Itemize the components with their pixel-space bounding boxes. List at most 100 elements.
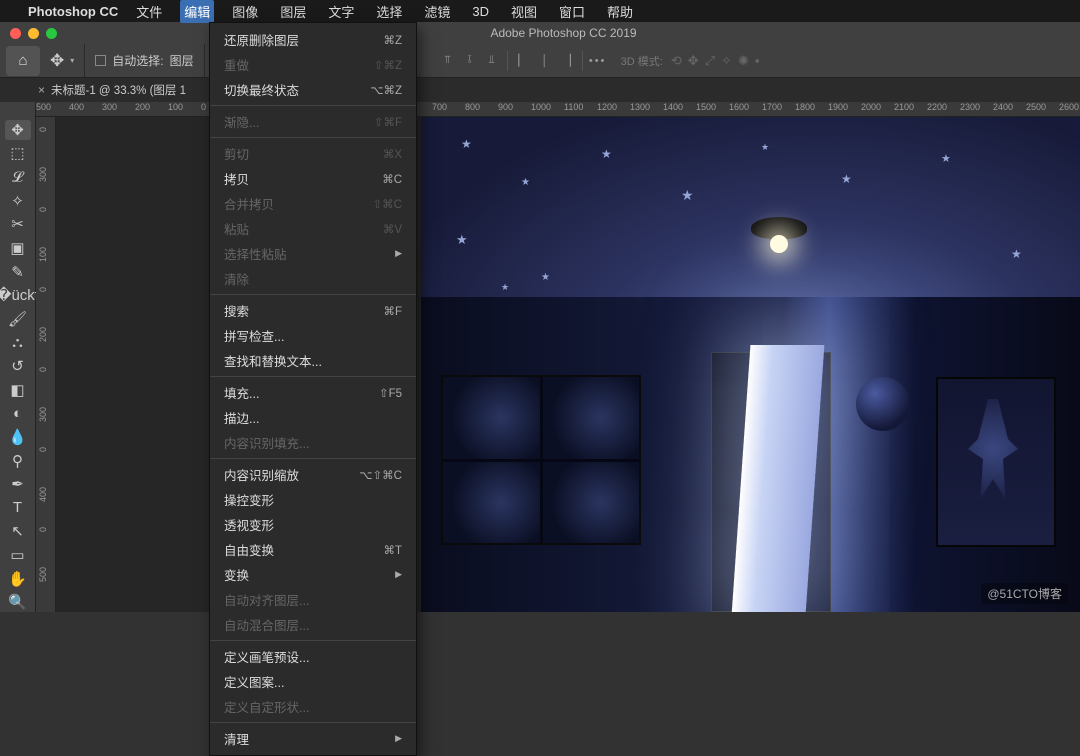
- zoom-tool[interactable]: 🔍: [5, 593, 31, 613]
- menu-文字[interactable]: 文字: [324, 0, 358, 23]
- orbit-icon[interactable]: ⟲: [671, 53, 682, 69]
- menu-item-查找和替换文本[interactable]: 查找和替换文本...: [210, 348, 416, 373]
- rectangle-tool[interactable]: ▭: [5, 545, 31, 565]
- align-left-button[interactable]: ▏: [512, 50, 534, 72]
- menu-item-定义自定形状: 定义自定形状...: [210, 694, 416, 719]
- menu-item-label: 拷贝: [224, 169, 249, 188]
- menu-item-还原删除图层[interactable]: 还原删除图层⌘Z: [210, 27, 416, 52]
- align-hcenter-button[interactable]: │: [534, 50, 556, 72]
- quick-select-tool[interactable]: ✧: [5, 191, 31, 211]
- menu-窗口[interactable]: 窗口: [555, 0, 589, 23]
- menu-item-内容识别缩放[interactable]: 内容识别缩放 ⌥⇧⌘C: [210, 462, 416, 487]
- ruler-tick: 200: [38, 327, 48, 342]
- pen-tool[interactable]: ✒: [5, 474, 31, 494]
- healing-tool[interactable]: �ückt: [5, 285, 31, 305]
- brush-tool[interactable]: 🖌: [5, 309, 31, 329]
- align-bottom-button[interactable]: ⫫: [481, 50, 503, 72]
- blur-tool[interactable]: 💧: [5, 427, 31, 447]
- minimize-icon[interactable]: [28, 28, 39, 39]
- auto-select-dropdown[interactable]: 图层: [170, 52, 194, 69]
- ruler-tick: 0: [38, 287, 48, 292]
- menu-item-定义图案[interactable]: 定义图案...: [210, 669, 416, 694]
- more-align-button[interactable]: •••: [587, 50, 609, 72]
- menu-item-label: 内容识别填充...: [224, 433, 309, 452]
- menu-选择[interactable]: 选择: [372, 0, 406, 23]
- menu-文件[interactable]: 文件: [132, 0, 166, 23]
- menu-item-填充[interactable]: 填充...⇧F5: [210, 380, 416, 405]
- camera-icon[interactable]: ▪: [755, 53, 760, 69]
- menu-separator: [210, 105, 416, 106]
- align-right-button[interactable]: ▕: [556, 50, 578, 72]
- ruler-tick: 200: [135, 102, 150, 112]
- history-brush-tool[interactable]: ↺: [5, 356, 31, 376]
- path-select-tool[interactable]: ↖: [5, 522, 31, 542]
- hand-tool[interactable]: ✋: [5, 569, 31, 589]
- window-chrome: Adobe Photoshop CC 2019: [0, 22, 1080, 44]
- close-icon[interactable]: [10, 28, 21, 39]
- ruler-tick: 100: [168, 102, 183, 112]
- ruler-vertical[interactable]: 030001000200030004000500: [36, 117, 56, 612]
- menu-item-变换[interactable]: 变换: [210, 562, 416, 587]
- stamp-tool[interactable]: ⛬: [5, 333, 31, 353]
- menu-item-label: 选择性粘贴: [224, 244, 287, 263]
- dodge-tool[interactable]: ⚲: [5, 451, 31, 471]
- menu-item-清除: 清除: [210, 266, 416, 291]
- walk-icon[interactable]: ✧: [721, 53, 732, 69]
- ruler-tick: 400: [38, 487, 48, 502]
- menu-item-label: 内容识别缩放: [224, 465, 299, 484]
- eyedropper-tool[interactable]: ✎: [5, 262, 31, 282]
- eraser-tool[interactable]: ◧: [5, 380, 31, 400]
- align-top-button[interactable]: ⫪: [437, 50, 459, 72]
- gradient-tool[interactable]: ◐: [5, 404, 31, 424]
- menu-item-操控变形[interactable]: 操控变形: [210, 487, 416, 512]
- document-tab[interactable]: 未标题-1 @ 33.3% (图层 1: [51, 82, 186, 98]
- move-tool[interactable]: ✥: [5, 120, 31, 140]
- ruler-tick: 0: [38, 207, 48, 212]
- shortcut-label: ⌥⌘Z: [370, 83, 402, 97]
- menu-item-切换最终状态[interactable]: 切换最终状态⌥⌘Z: [210, 77, 416, 102]
- menu-视图[interactable]: 视图: [507, 0, 541, 23]
- menu-图层[interactable]: 图层: [276, 0, 310, 23]
- auto-select-checkbox[interactable]: [95, 55, 106, 66]
- ruler-tick: 2000: [861, 102, 881, 112]
- maximize-icon[interactable]: [46, 28, 57, 39]
- pan-icon[interactable]: ✥: [688, 53, 699, 69]
- menu-item-label: 合并拷贝: [224, 194, 274, 213]
- menu-item-label: 重做: [224, 55, 249, 74]
- lasso-tool[interactable]: 𝓛: [5, 167, 31, 187]
- align-vcenter-button[interactable]: ⫱: [459, 50, 481, 72]
- menu-item-拷贝[interactable]: 拷贝⌘C: [210, 166, 416, 191]
- menu-item-搜索[interactable]: 搜索⌘F: [210, 298, 416, 323]
- menu-滤镜[interactable]: 滤镜: [420, 0, 454, 23]
- menu-item-自由变换[interactable]: 自由变换⌘T: [210, 537, 416, 562]
- dolly-icon[interactable]: ⤢: [705, 53, 715, 69]
- menu-item-清理[interactable]: 清理: [210, 726, 416, 751]
- app-name[interactable]: Photoshop CC: [28, 4, 118, 19]
- menu-item-描边[interactable]: 描边...: [210, 405, 416, 430]
- ruler-horizontal[interactable]: 5004003002001000100200300400500600700800…: [36, 102, 1080, 117]
- shortcut-label: ⌥⇧⌘C: [359, 468, 402, 482]
- ruler-tick: 2500: [1026, 102, 1046, 112]
- menu-item-label: 清理: [224, 729, 249, 748]
- menu-图像[interactable]: 图像: [228, 0, 262, 23]
- menu-编辑[interactable]: 编辑: [180, 0, 214, 23]
- menu-3D[interactable]: 3D: [468, 2, 493, 21]
- marquee-tool[interactable]: ⬚: [5, 144, 31, 164]
- menu-item-定义画笔预设[interactable]: 定义画笔预设...: [210, 644, 416, 669]
- menu-item-拼写检查[interactable]: 拼写检查...: [210, 323, 416, 348]
- mode3d-icons: ⟲ ✥ ⤢ ✧ ✺ ▪: [671, 53, 760, 69]
- crop-tool[interactable]: ✂: [5, 215, 31, 235]
- close-tab-icon[interactable]: ×: [38, 83, 45, 97]
- menu-帮助[interactable]: 帮助: [603, 0, 637, 23]
- type-tool[interactable]: T: [5, 498, 31, 518]
- frame-tool[interactable]: ▣: [5, 238, 31, 258]
- ruler-tick: 1700: [762, 102, 782, 112]
- artwork-canvas[interactable]: ★ ★ ★ ★ ★ ★ ★ ★ ★ ★ ★: [421, 117, 1080, 612]
- light-icon[interactable]: ✺: [738, 53, 749, 69]
- chevron-down-icon[interactable]: ▾: [70, 56, 74, 65]
- menu-item-透视变形[interactable]: 透视变形: [210, 512, 416, 537]
- move-icon[interactable]: ✥: [50, 51, 64, 71]
- home-button[interactable]: ⌂: [6, 46, 40, 76]
- menu-item-自动对齐图层: 自动对齐图层...: [210, 587, 416, 612]
- ruler-tick: 700: [432, 102, 447, 112]
